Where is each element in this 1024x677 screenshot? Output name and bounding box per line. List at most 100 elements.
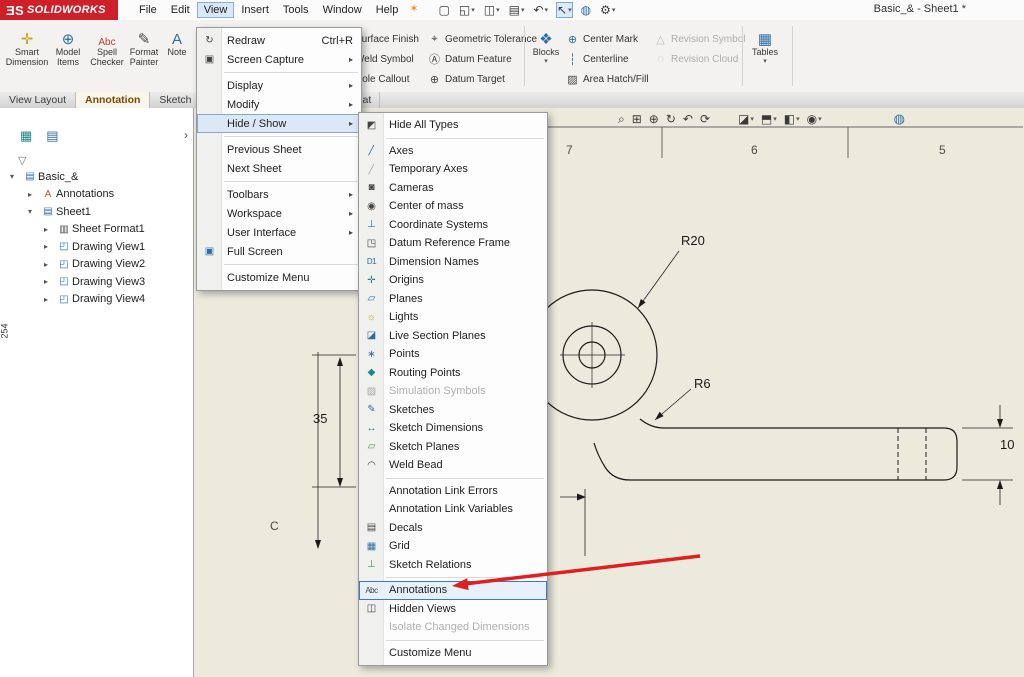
submenu-item-temporary-axes[interactable]: ╱ Temporary Axes [359, 160, 547, 179]
submenu-item-axes[interactable]: ╱ Axes [359, 142, 547, 161]
zoom-to-area-button[interactable]: ⊞ [632, 112, 642, 126]
tree-item-drawing-view3[interactable]: ▸ ◰ Drawing View3 [0, 273, 193, 291]
submenu-item-planes[interactable]: ▱ Planes [359, 290, 547, 309]
menu-item-display[interactable]: Display ▸ [197, 76, 361, 95]
zoom-in-out-button[interactable]: ⊕ [649, 112, 659, 126]
previous-view-button[interactable]: ↶ [683, 112, 693, 126]
tab-annotation[interactable]: Annotation [76, 92, 150, 108]
submenu-item-hide-all-types[interactable]: ◩ Hide All Types [359, 116, 547, 135]
datum-feature-button[interactable]: Ⓐ Datum Feature [428, 50, 512, 68]
geometric-tolerance-button[interactable]: ⌖ Geometric Tolerance [428, 30, 537, 48]
menu-item-hide-show[interactable]: Hide / Show ▸ [197, 114, 361, 133]
globe-button[interactable]: ◍ [894, 111, 905, 127]
center-mark-button[interactable]: ⊕ Center Mark [566, 30, 638, 48]
smart-dimension-button[interactable]: ✛ Smart Dimension [6, 24, 48, 88]
submenu-item-sketch-planes[interactable]: ▱ Sketch Planes [359, 438, 547, 457]
print-button[interactable]: ▤▾ [509, 3, 525, 17]
tab-sketch[interactable]: Sketch [150, 92, 201, 108]
pin-menu-icon[interactable]: ✶ [409, 2, 418, 18]
menu-item-workspace[interactable]: Workspace ▸ [197, 204, 361, 223]
menu-item-user-interface[interactable]: User Interface ▸ [197, 223, 361, 242]
menu-item-modify[interactable]: Modify ▸ [197, 95, 361, 114]
submenu-item-weld-bead[interactable]: ◠ Weld Bead [359, 456, 547, 475]
menu-edit[interactable]: Edit [164, 2, 197, 18]
tree-item-sheet1[interactable]: ▾ ▤ Sheet1 [0, 203, 193, 221]
centerline-button[interactable]: ┆ Centerline [566, 50, 629, 68]
submenu-item-sketch-dimensions[interactable]: ↔ Sketch Dimensions [359, 419, 547, 438]
menu-view[interactable]: View [197, 2, 235, 18]
expand-arrow-icon[interactable]: ▸ [44, 242, 56, 251]
panel-expand-arrow-icon[interactable]: › [184, 128, 188, 142]
menu-window[interactable]: Window [316, 2, 369, 18]
submenu-item-origins[interactable]: ✛ Origins [359, 271, 547, 290]
menu-item-customize-menu[interactable]: Customize Menu [197, 268, 361, 287]
dimension-35[interactable]: 35 [313, 411, 327, 426]
blocks-button[interactable]: ❖ Blocks ▾ [528, 24, 564, 88]
menu-item-previous-sheet[interactable]: Previous Sheet [197, 140, 361, 159]
expand-arrow-icon[interactable]: ▸ [44, 260, 56, 269]
feature-manager-tab-icon[interactable]: ▦ [20, 128, 32, 144]
new-document-button[interactable]: ▢ [439, 3, 450, 17]
spell-checker-button[interactable]: Abc Spell Checker [88, 24, 126, 88]
redraw-view-button[interactable]: ⟳ [700, 112, 710, 126]
tree-item-drawing-view4[interactable]: ▸ ◰ Drawing View4 [0, 291, 193, 309]
submenu-item-sketches[interactable]: ✎ Sketches [359, 401, 547, 420]
submenu-item-annotation-link-variables[interactable]: Annotation Link Variables [359, 500, 547, 519]
menu-item-screen-capture[interactable]: ▣ Screen Capture ▸ [197, 50, 361, 69]
menu-item-redraw[interactable]: ↻ Redraw Ctrl+R [197, 31, 361, 50]
menu-help[interactable]: Help [369, 2, 406, 18]
tree-item-sheet-format1[interactable]: ▸ ▥ Sheet Format1 [0, 221, 193, 239]
zoom-to-fit-button[interactable]: ⌕ [618, 112, 625, 127]
submenu-item-routing-points[interactable]: ◆ Routing Points [359, 364, 547, 383]
note-button[interactable]: A Note [162, 24, 192, 88]
tab-view-layout[interactable]: View Layout [0, 92, 76, 108]
dimension-10[interactable]: 10 [1000, 437, 1014, 452]
open-button[interactable]: ◱▾ [459, 3, 475, 17]
model-items-button[interactable]: ⊕ Model Items [50, 24, 86, 88]
submenu-item-live-section-planes[interactable]: ◪ Live Section Planes [359, 327, 547, 346]
display-style-button[interactable]: ◧▾ [784, 112, 800, 126]
expand-arrow-icon[interactable]: ▸ [44, 295, 56, 304]
submenu-item-lights[interactable]: ☼ Lights [359, 308, 547, 327]
submenu-item-annotation-link-errors[interactable]: Annotation Link Errors [359, 482, 547, 501]
submenu-item-coordinate-systems[interactable]: ⊥ Coordinate Systems [359, 216, 547, 235]
tree-item-drawing-view2[interactable]: ▸ ◰ Drawing View2 [0, 256, 193, 274]
menu-item-toolbars[interactable]: Toolbars ▸ [197, 185, 361, 204]
submenu-item-center-of-mass[interactable]: ◉ Center of mass [359, 197, 547, 216]
view-orientation-button[interactable]: ⬒▾ [761, 112, 777, 126]
select-button[interactable]: ↖▾ [557, 3, 572, 17]
menu-tools[interactable]: Tools [276, 2, 316, 18]
submenu-item-dimension-names[interactable]: D1 Dimension Names [359, 253, 547, 272]
expand-arrow-icon[interactable]: ▾ [28, 207, 40, 216]
submenu-item-sketch-relations[interactable]: ⊥ Sketch Relations [359, 556, 547, 575]
filter-icon[interactable]: ▽ [18, 154, 26, 167]
menu-file[interactable]: File [132, 2, 164, 18]
expand-arrow-icon[interactable]: ▸ [28, 190, 40, 199]
rotate-view-button[interactable]: ↻ [666, 112, 676, 126]
menu-insert[interactable]: Insert [234, 2, 276, 18]
submenu-item-annotations[interactable]: Abc Annotations [359, 581, 547, 600]
submenu-item-hidden-views[interactable]: ◫ Hidden Views [359, 600, 547, 619]
undo-button[interactable]: ↶▾ [533, 3, 548, 17]
tree-item-annotations[interactable]: ▸ A Annotations [0, 186, 193, 204]
dimension-r20[interactable]: R20 [681, 233, 705, 248]
menu-item-full-screen[interactable]: ▣ Full Screen [197, 242, 361, 261]
expand-arrow-icon[interactable]: ▾ [10, 172, 22, 181]
property-manager-tab-icon[interactable]: ▤ [46, 128, 58, 144]
spaceball-button[interactable]: ◍ [581, 3, 591, 17]
options-button[interactable]: ⚙▾ [600, 3, 615, 17]
submenu-item-grid[interactable]: ▦ Grid [359, 537, 547, 556]
tables-button[interactable]: ▦ Tables ▾ [748, 24, 782, 88]
area-hatch-fill-button[interactable]: ▨ Area Hatch/Fill [566, 70, 649, 88]
datum-target-button[interactable]: ⊕ Datum Target [428, 70, 505, 88]
section-view-button[interactable]: ◪▾ [738, 112, 754, 126]
submenu-item-customize-menu[interactable]: Customize Menu [359, 644, 547, 663]
save-button[interactable]: ◫▾ [484, 3, 500, 17]
tree-item-drawing-view1[interactable]: ▸ ◰ Drawing View1 [0, 238, 193, 256]
submenu-item-decals[interactable]: ▤ Decals [359, 519, 547, 538]
expand-arrow-icon[interactable]: ▸ [44, 277, 56, 286]
format-painter-button[interactable]: ✎ Format Painter [126, 24, 162, 88]
tree-item-basic[interactable]: ▾ ▤ Basic_& [0, 168, 193, 186]
submenu-item-datum-reference-frame[interactable]: ◳ Datum Reference Frame [359, 234, 547, 253]
submenu-item-points[interactable]: ∗ Points [359, 345, 547, 364]
